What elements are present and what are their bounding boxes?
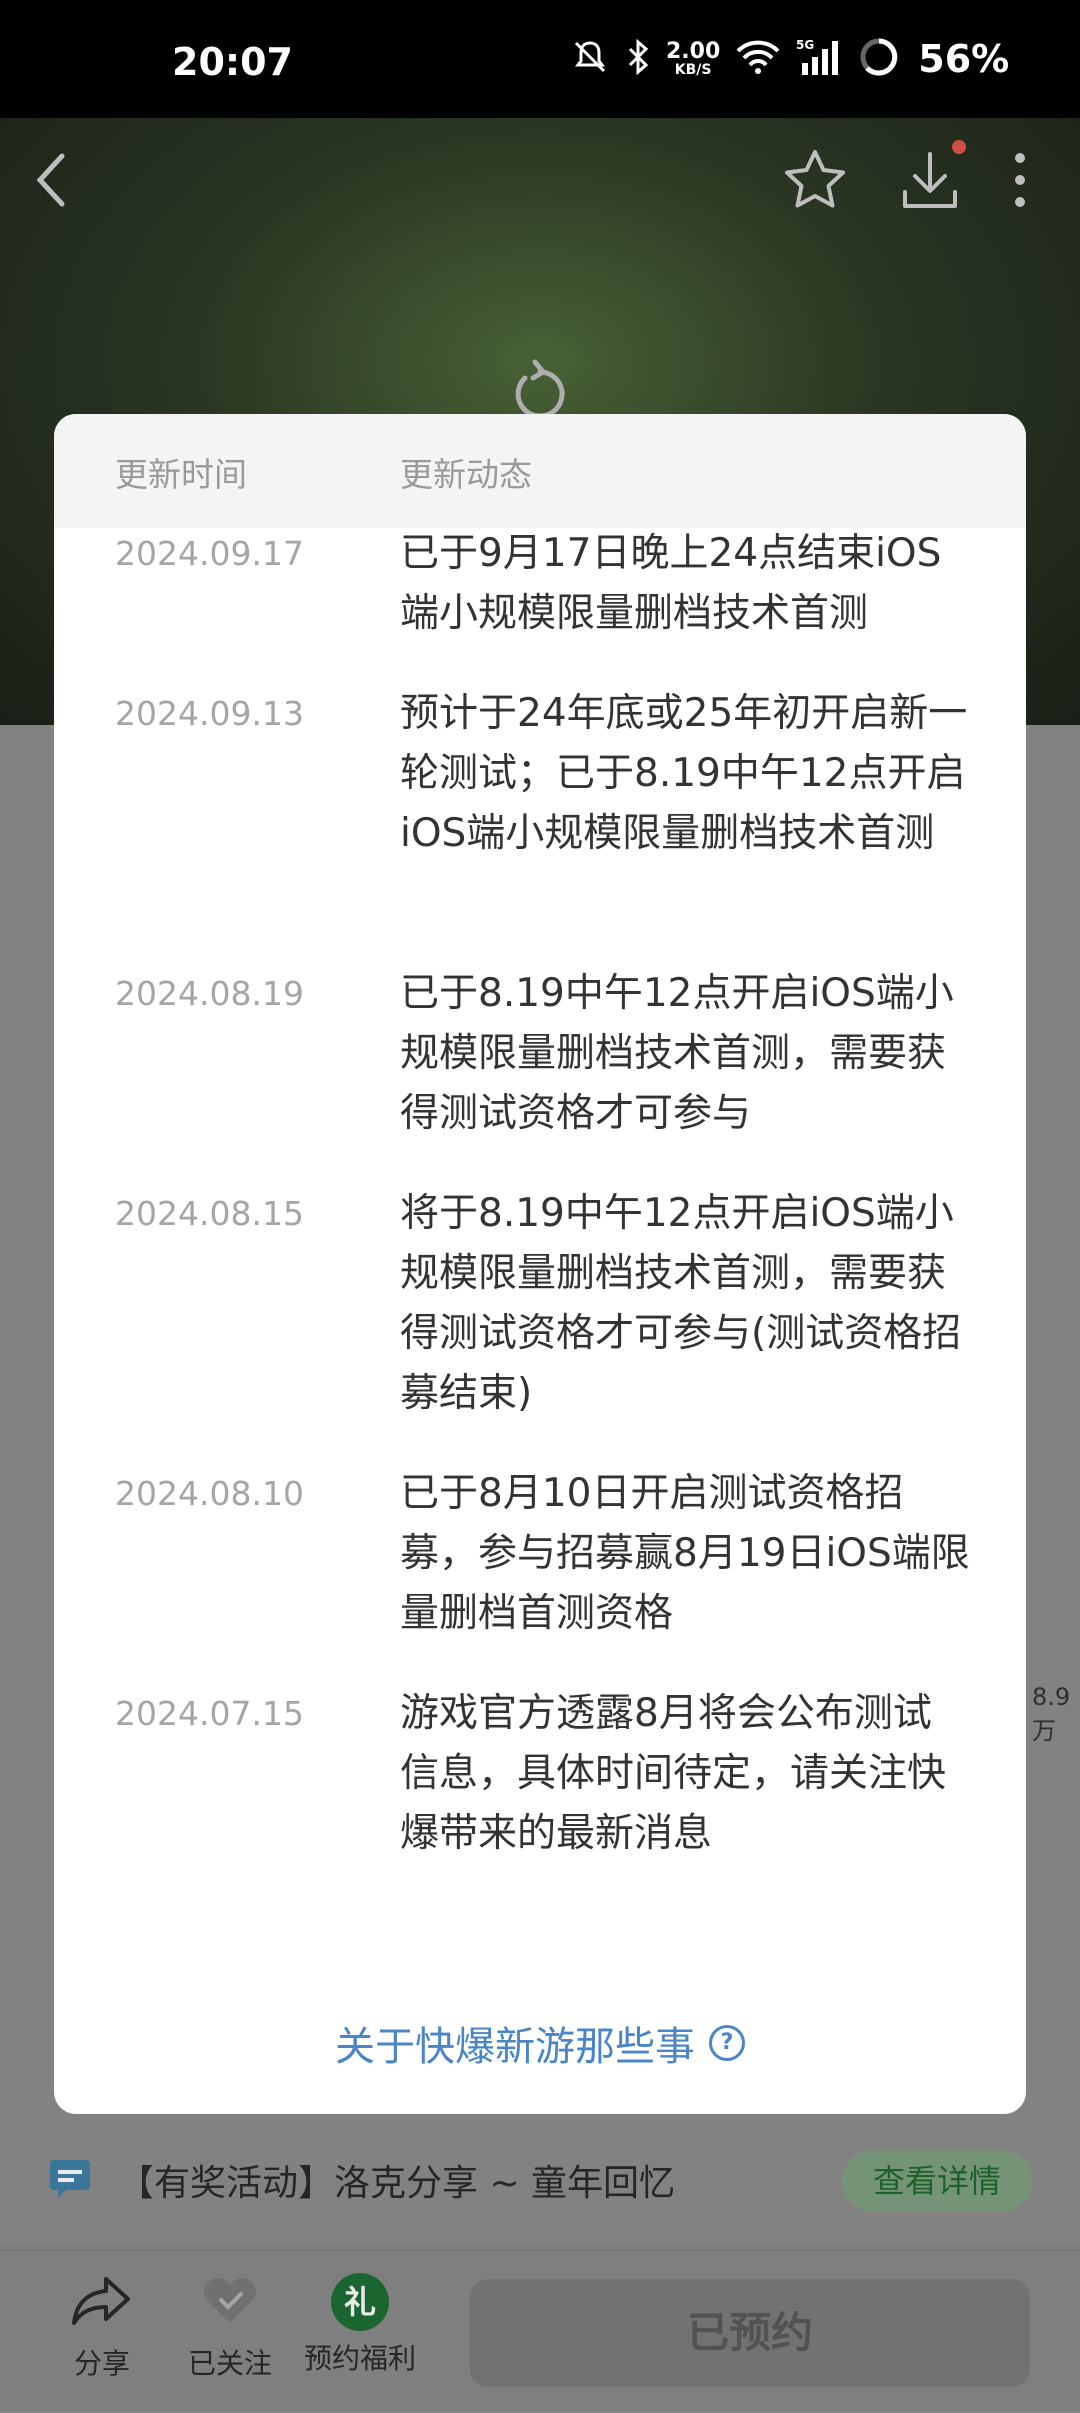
entry-text: 已于8月10日开启测试资格招募，参与招募赢8月19日iOS端限量删档首测资格: [400, 1471, 970, 1636]
entry-text: 预计于24年底或25年初开启新一轮测试；已于8.19中午12点开启iOS端小规模…: [400, 691, 968, 856]
entry-date: 2024.08.10: [115, 1474, 304, 1513]
help-question-icon: ?: [709, 2025, 745, 2061]
about-new-games-label: 关于快爆新游那些事: [335, 2024, 695, 2070]
modal-footer: 关于快爆新游那些事 ?: [54, 2014, 1026, 2074]
bluetooth-icon: [624, 37, 652, 81]
entry-date: 2024.07.15: [115, 1694, 304, 1733]
battery-icon: [858, 36, 900, 82]
battery-percent: 56%: [918, 37, 1010, 81]
wifi-icon: [734, 37, 782, 81]
entry-text: 游戏官方透露8月将会公布测试信息，具体时间待定，请关注快爆带来的最新消息: [400, 1691, 947, 1856]
entry-text: 将于8.19中午12点开启iOS端小规模限量删档技术首测，需要获得测试资格才可参…: [400, 1191, 962, 1416]
status-bar: 20:07 2.00 KB/S 5G 56%: [0, 0, 1080, 118]
status-time: 20:07: [172, 40, 293, 84]
entry-text: 已于9月17日晚上24点结束iOS端小规模限量删档技术首测: [400, 531, 942, 636]
entry-text: 已于8.19中午12点开启iOS端小规模限量删档技术首测，需要获得测试资格才可参…: [400, 971, 954, 1136]
network-speed: 2.00 KB/S: [666, 39, 721, 78]
svg-text:5G: 5G: [796, 38, 814, 52]
status-icons: 2.00 KB/S 5G 56%: [570, 34, 1009, 84]
header-update-time: 更新时间: [115, 455, 247, 494]
header-update-news: 更新动态: [400, 455, 532, 494]
entry-date: 2024.08.15: [115, 1194, 304, 1233]
about-new-games-link[interactable]: 关于快爆新游那些事 ?: [335, 2014, 745, 2072]
update-timeline-modal: 更新时间 更新动态 2024.09.17 已于9月17日晚上24点结束iOS端小…: [54, 414, 1026, 2114]
mute-icon: [570, 37, 610, 81]
entry-date: 2024.08.19: [115, 974, 304, 1013]
timeline-header: 更新时间 更新动态: [54, 414, 1026, 528]
entry-date: 2024.09.17: [115, 534, 304, 573]
cell-signal-icon: 5G: [796, 37, 844, 81]
entry-date: 2024.09.13: [115, 694, 304, 733]
